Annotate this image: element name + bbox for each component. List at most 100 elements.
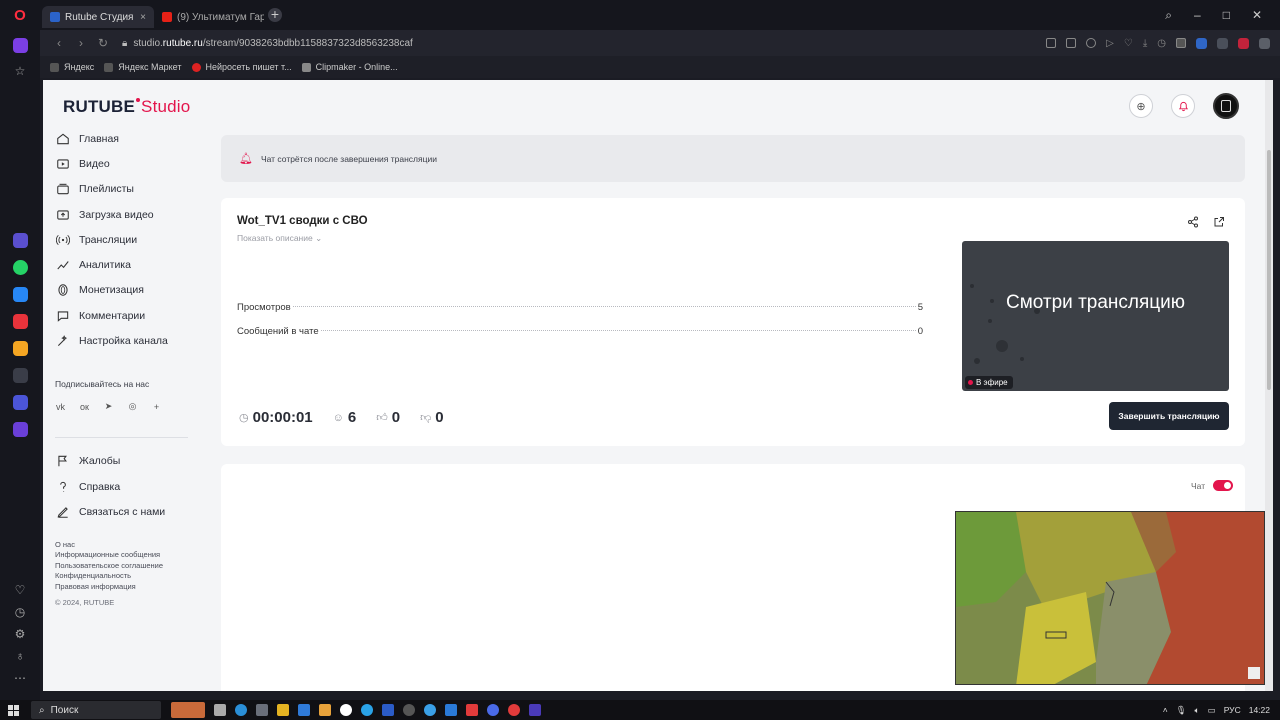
star-icon[interactable]: ☆ (12, 64, 28, 78)
chat-toggle[interactable]: Чат (1191, 480, 1234, 491)
scrollbar-thumb[interactable] (1267, 150, 1271, 390)
search-tabs-icon[interactable]: ⌕ (1165, 8, 1172, 23)
sidebar-item-help[interactable]: Справка (55, 474, 190, 499)
mail-icon[interactable] (13, 341, 28, 356)
close-tab-icon[interactable]: × (140, 12, 146, 23)
footer-link[interactable]: О нас (55, 540, 190, 551)
extension-icon-4[interactable] (1259, 37, 1270, 49)
avatar[interactable] (1213, 93, 1239, 119)
url-field[interactable]: 🔒︎ studio.rutube.ru/stream/9038263bdbb11… (122, 38, 413, 49)
snapshot-icon[interactable] (1066, 38, 1077, 48)
forward-button[interactable]: › (70, 36, 92, 50)
yandex-browser-icon[interactable] (340, 704, 352, 716)
maximize-button[interactable]: □ (1223, 8, 1230, 23)
tab-youtube[interactable]: (9) Ультиматум Гарни (154, 6, 264, 28)
end-stream-button[interactable]: Завершить трансляцию (1109, 402, 1229, 430)
sidebar-item-home[interactable]: Главная (55, 126, 190, 151)
external-link-icon[interactable] (1213, 216, 1225, 231)
home-icon[interactable] (13, 38, 28, 53)
app-icon-2[interactable] (424, 704, 436, 716)
extension-icon-2[interactable] (1217, 37, 1228, 49)
heart-icon[interactable]: ♡ (1124, 38, 1133, 49)
play-icon[interactable]: ▷ (1106, 38, 1114, 49)
more-social-icon[interactable]: + (151, 402, 162, 412)
notepad-icon[interactable] (256, 704, 268, 716)
notifications-button[interactable] (1171, 94, 1195, 118)
taskbar-search[interactable]: ⌕ Поиск (31, 701, 161, 719)
profile-icon[interactable] (1176, 38, 1186, 48)
sidebar-item-playlists[interactable]: Плейлисты (55, 177, 190, 202)
whatsapp-icon[interactable] (13, 260, 28, 275)
app-icon[interactable] (403, 704, 415, 716)
rutube-studio-logo[interactable]: RUTUBE Studio (63, 97, 190, 117)
app-icon[interactable] (13, 395, 28, 410)
sidebar-item-channel-settings[interactable]: Настройка канала (55, 328, 190, 353)
folder-icon[interactable] (277, 704, 289, 716)
heart-icon[interactable]: ♡ (12, 583, 28, 597)
aria-icon[interactable] (13, 233, 28, 248)
speaker-icon[interactable]: 🔈︎ (1195, 705, 1200, 716)
sidebar-item-video[interactable]: Видео (55, 151, 190, 176)
viber-icon[interactable]: ◎ (127, 401, 138, 412)
telegram-icon[interactable]: ➤ (103, 401, 114, 412)
word-icon[interactable] (382, 704, 394, 716)
files-icon[interactable] (319, 704, 331, 716)
widget-icon[interactable] (171, 702, 205, 718)
app-icon-3[interactable] (529, 704, 541, 716)
add-content-button[interactable]: ⊕ (1129, 94, 1153, 118)
task-view-icon[interactable] (214, 704, 226, 716)
extension-icon-1[interactable] (1196, 37, 1207, 49)
yandex-icon[interactable] (13, 314, 28, 329)
footer-link[interactable]: Пользовательское соглашение (55, 561, 190, 572)
edge-icon[interactable] (235, 704, 247, 716)
stream-preview[interactable]: Смотри трансляцию В эфире (962, 241, 1229, 391)
sidebar-item-analytics[interactable]: Аналитика (55, 252, 190, 277)
minimize-button[interactable]: – (1194, 8, 1201, 23)
history-icon[interactable]: ◷ (12, 605, 28, 619)
windows-start-icon[interactable] (8, 704, 19, 716)
gear-icon[interactable]: ⚙ (12, 627, 28, 641)
firefox-icon[interactable] (487, 704, 499, 716)
sidebar-item-comments[interactable]: Комментарии (55, 303, 190, 328)
player-icon[interactable] (13, 422, 28, 437)
sidebar-item-broadcasts[interactable]: Трансляции (55, 227, 190, 252)
download-icon[interactable]: ⤓ (1143, 38, 1147, 49)
vk-icon[interactable] (13, 287, 28, 302)
sidebar-item-contact[interactable]: Связаться с нами (55, 499, 190, 524)
sidebar-item-monetization[interactable]: Монетизация (55, 278, 190, 303)
bookmark-yandex[interactable]: Яндекс (50, 62, 94, 72)
vk-icon[interactable]: vk (55, 402, 66, 412)
history-icon[interactable]: ◷ (1157, 38, 1166, 49)
sidebar-item-upload[interactable]: Загрузка видео (55, 202, 190, 227)
odnoklassniki-icon[interactable]: ок (79, 402, 90, 412)
back-button[interactable]: ‹ (48, 36, 70, 50)
bookmark-clipmaker[interactable]: Clipmaker - Online... (301, 62, 398, 72)
language-indicator[interactable]: РУС (1224, 705, 1241, 715)
telegram-icon[interactable] (361, 704, 373, 716)
more-icon[interactable]: ⋯ (12, 671, 28, 685)
bookmark-yandex-market[interactable]: Яндекс Маркет (104, 62, 182, 72)
tab-rutube-studio[interactable]: Rutube Студия × (42, 6, 154, 28)
footer-link[interactable]: Правовая информация (55, 582, 190, 593)
store-icon[interactable] (298, 704, 310, 716)
share-icon[interactable] (1187, 216, 1199, 231)
shield-icon[interactable] (445, 704, 457, 716)
chat-toggle-switch[interactable] (1213, 480, 1234, 491)
vpn-icon[interactable] (1086, 38, 1097, 48)
reload-button[interactable]: ↻ (92, 36, 114, 50)
yandex-icon[interactable] (466, 704, 478, 716)
extension-icon[interactable] (13, 368, 28, 383)
lightbulb-icon[interactable]: ♁ (12, 649, 28, 663)
footer-link[interactable]: Конфиденциальность (55, 571, 190, 582)
extension-icon-3[interactable] (1238, 37, 1249, 49)
opera-icon[interactable] (508, 704, 520, 716)
new-tab-button[interactable]: + (268, 7, 282, 22)
footer-link[interactable]: Информационные сообщения (55, 550, 190, 561)
close-window-button[interactable]: ✕ (1252, 8, 1262, 23)
bookmark-neuro[interactable]: Нейросеть пишет т... (191, 62, 292, 72)
sidebar-item-complaints[interactable]: Жалобы (55, 449, 190, 474)
microphone-icon[interactable]: 🎙︎ (1176, 705, 1187, 716)
show-description-link[interactable]: Показать описание ⌄ (237, 233, 322, 244)
network-icon[interactable]: ▭ (1208, 705, 1216, 716)
edit-page-icon[interactable] (1046, 38, 1057, 48)
